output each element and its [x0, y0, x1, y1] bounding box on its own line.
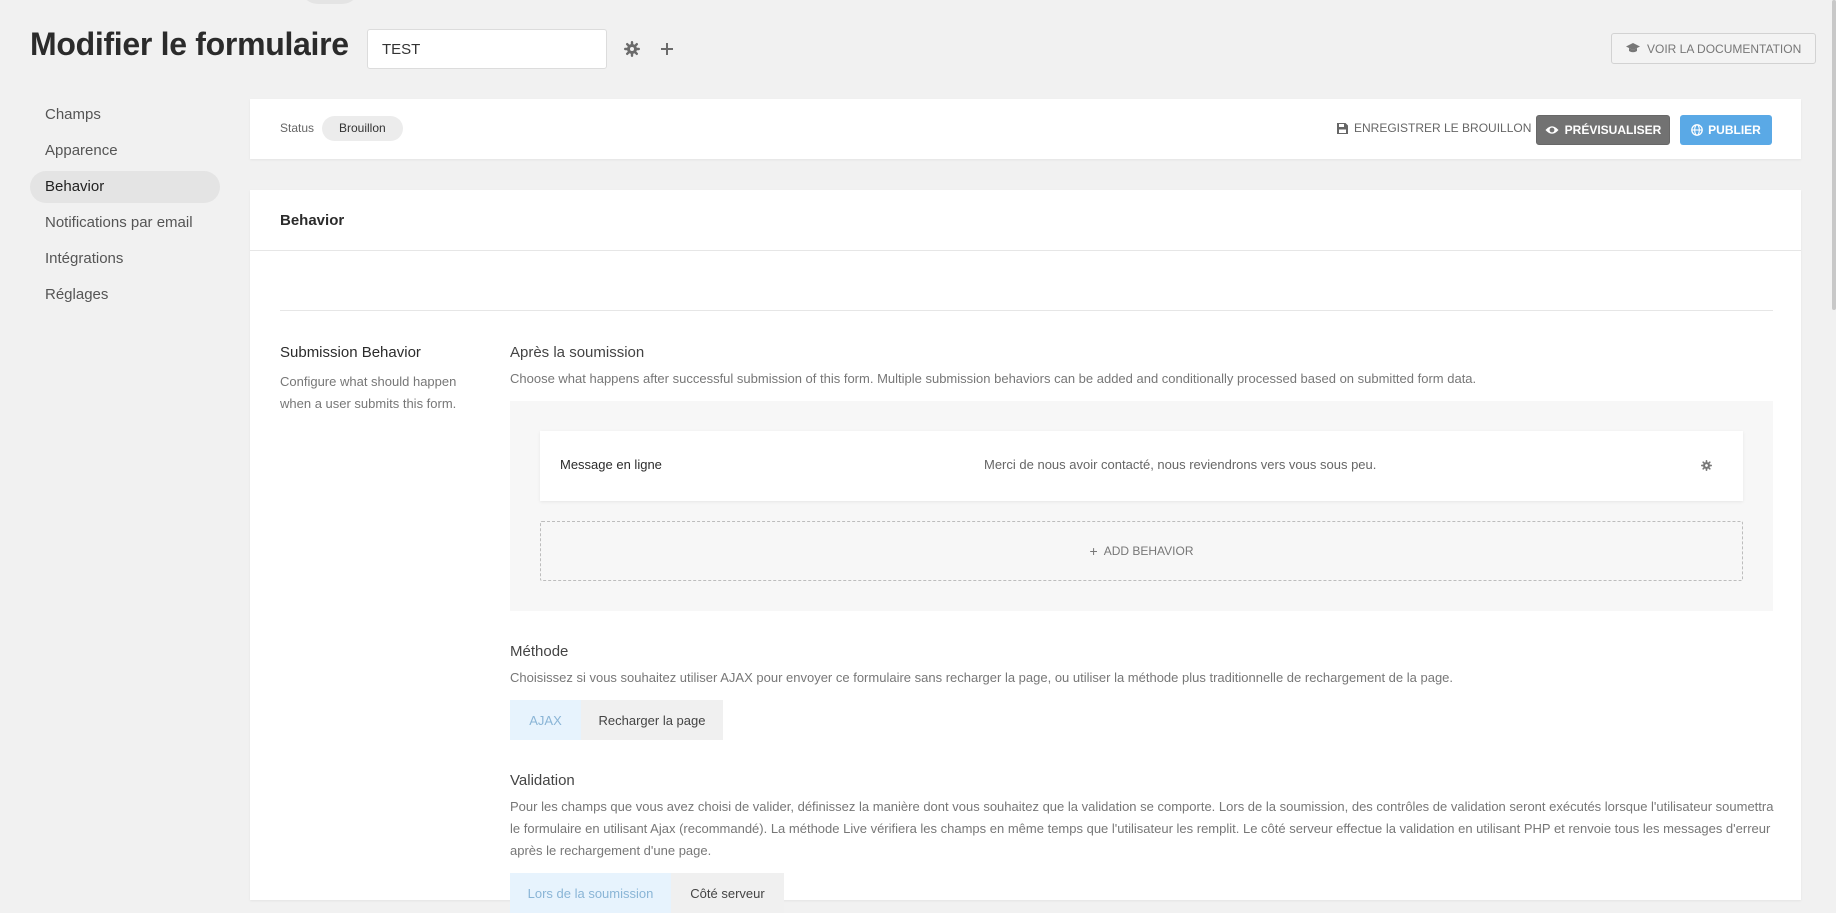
section-title: Submission Behavior: [280, 344, 421, 361]
section-description: Configure what should happen when a user…: [280, 374, 457, 411]
globe-icon: [1691, 124, 1704, 136]
floppy-disk-icon: [1337, 122, 1348, 134]
validation-title: Validation: [510, 772, 575, 789]
add-behavior-label: ADD BEHAVIOR: [1103, 544, 1194, 558]
page-scrollbar[interactable]: [1832, 0, 1836, 310]
view-documentation-label: VOIR LA DOCUMENTATION: [1647, 41, 1802, 56]
method-title: Méthode: [510, 643, 569, 660]
sidebar-item-notifications[interactable]: Notifications par email: [30, 207, 220, 239]
add-behavior-button[interactable]: + ADD BEHAVIOR: [540, 521, 1743, 581]
top-decoration: [300, 0, 360, 4]
publish-label: PUBLIER: [1708, 123, 1761, 137]
method-option-reload[interactable]: Recharger la page: [581, 700, 723, 740]
after-submit-title: Après la soumission: [510, 344, 645, 361]
save-draft-label: ENREGISTRER LE BROUILLON: [1354, 121, 1532, 135]
form-name-input[interactable]: [367, 29, 607, 69]
sidebar-item-reglages[interactable]: Réglages: [30, 279, 220, 311]
card-title: Behavior: [280, 212, 345, 229]
graduation-cap-icon: [1626, 43, 1640, 53]
status-label: Status: [280, 121, 315, 135]
plus-icon: +: [1089, 543, 1098, 559]
eye-icon: [1545, 126, 1559, 134]
preview-button[interactable]: PRÉVISUALISER: [1536, 115, 1670, 145]
sidebar-item-behavior[interactable]: Behavior: [30, 171, 220, 203]
sidebar-item-integrations[interactable]: Intégrations: [30, 243, 220, 275]
gear-icon: [624, 41, 640, 57]
page-title: Modifier le formulaire: [30, 26, 349, 62]
publish-button[interactable]: PUBLIER: [1680, 115, 1772, 145]
after-submit-description: Choose what happens after successful sub…: [510, 371, 1477, 386]
behavior-settings-button[interactable]: [1698, 457, 1714, 473]
validation-description: Pour les champs que vous avez choisi de …: [510, 799, 1774, 858]
method-option-ajax[interactable]: AJAX: [510, 700, 581, 740]
gear-icon: [1700, 459, 1712, 471]
card-header-divider: [250, 250, 1801, 251]
method-description: Choisissez si vous souhaitez utiliser AJ…: [510, 670, 1454, 685]
view-documentation-button[interactable]: VOIR LA DOCUMENTATION: [1611, 33, 1817, 64]
section-divider: [280, 310, 1773, 311]
add-form-button[interactable]: [656, 38, 678, 60]
save-draft-button[interactable]: ENREGISTRER LE BROUILLON: [1337, 121, 1531, 135]
validation-option-on-submit[interactable]: Lors de la soumission: [510, 873, 671, 913]
sidebar-item-apparence[interactable]: Apparence: [30, 135, 220, 167]
form-settings-button[interactable]: [621, 38, 643, 60]
validation-option-server-side[interactable]: Côté serveur: [671, 873, 784, 913]
plus-icon: [661, 43, 673, 55]
behavior-type: Message en ligne: [560, 457, 662, 472]
behavior-message: Merci de nous avoir contacté, nous revie…: [984, 457, 1377, 472]
sidebar-item-champs[interactable]: Champs: [30, 99, 220, 131]
status-badge: Brouillon: [322, 116, 403, 141]
preview-label: PRÉVISUALISER: [1564, 123, 1662, 137]
